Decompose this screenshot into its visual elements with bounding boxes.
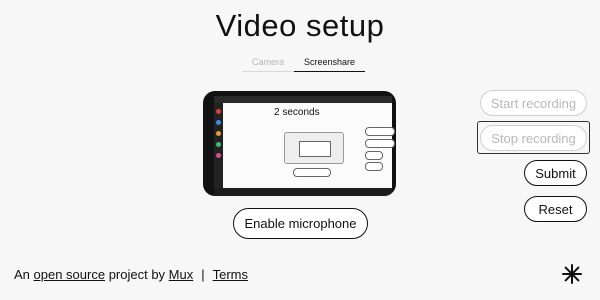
page-title: Video setup bbox=[215, 8, 385, 43]
footer-middle: project by bbox=[105, 267, 169, 282]
tab-screenshare[interactable]: Screenshare bbox=[294, 55, 366, 72]
preview-frame: 2 seconds bbox=[214, 96, 395, 196]
preview-sidebar bbox=[214, 103, 223, 188]
source-tabs: Camera Screenshare bbox=[242, 55, 366, 72]
preview-mini-button bbox=[365, 162, 383, 171]
footer-prefix: An bbox=[14, 267, 34, 282]
screenshare-preview: 2 seconds bbox=[203, 91, 396, 196]
preview-mini-mic-button bbox=[293, 168, 331, 177]
preview-mini-button bbox=[365, 151, 383, 160]
preview-recording-title: 2 seconds bbox=[274, 107, 320, 118]
enable-microphone-button[interactable]: Enable microphone bbox=[233, 208, 368, 239]
mux-burst-icon[interactable] bbox=[562, 264, 582, 284]
preview-mini-button bbox=[365, 127, 395, 136]
start-recording-button[interactable]: Start recording bbox=[480, 90, 587, 116]
open-source-link[interactable]: open source bbox=[34, 267, 106, 282]
preview-browser-chrome bbox=[214, 96, 392, 103]
tab-camera[interactable]: Camera bbox=[242, 55, 295, 72]
mux-link[interactable]: Mux bbox=[169, 267, 194, 282]
preview-taskbar bbox=[214, 188, 392, 196]
terms-link[interactable]: Terms bbox=[213, 267, 248, 282]
footer: An open source project by Mux | Terms bbox=[14, 267, 248, 282]
preview-mini-button bbox=[365, 139, 395, 148]
stop-recording-button[interactable]: Stop recording bbox=[480, 125, 587, 151]
footer-separator: | bbox=[201, 267, 205, 282]
preview-nested-screen bbox=[284, 132, 344, 164]
submit-button[interactable]: Submit bbox=[524, 160, 587, 186]
reset-button[interactable]: Reset bbox=[524, 196, 587, 222]
